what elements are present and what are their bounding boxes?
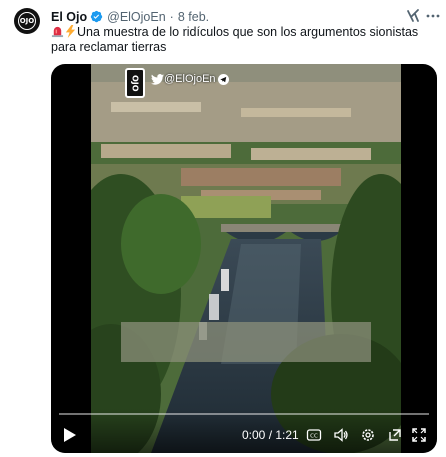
time-display: 0:00 / 1:21: [242, 428, 299, 442]
separator-dot: ·: [169, 9, 174, 24]
fullscreen-icon[interactable]: [411, 427, 427, 443]
settings-icon[interactable]: [360, 427, 376, 443]
avatar-logo: OJO: [18, 12, 36, 30]
progress-bar[interactable]: [59, 413, 429, 415]
tweet-card[interactable]: OJO El Ojo @ElOjoEn · 8 feb. Una muestra…: [0, 0, 446, 457]
overlay-handle-group: @ElOjoEn: [151, 73, 229, 85]
tweet-header: El Ojo @ElOjoEn · 8 feb.: [51, 9, 209, 24]
captions-icon[interactable]: CC: [306, 427, 322, 443]
grok-icon[interactable]: [405, 8, 421, 24]
tweet-text: Una muestra de lo ridículos que son los …: [51, 25, 423, 55]
video-player[interactable]: OJO @ElOjoEn 0:00 / 1:21 CC: [51, 64, 437, 453]
popout-icon[interactable]: [387, 427, 403, 443]
overlay-logo-text: OJO: [130, 74, 140, 92]
verified-badge-icon: [90, 10, 103, 23]
overlay-logo: OJO: [125, 68, 145, 98]
overlay-handle-text: @ElOjoEn: [164, 73, 216, 85]
author-name[interactable]: El Ojo: [51, 10, 87, 24]
telegram-icon: [217, 73, 229, 85]
tweet-text-body: Una muestra de lo ridículos que son los …: [51, 25, 419, 54]
play-icon[interactable]: [63, 427, 77, 443]
twitter-bird-icon: [151, 73, 164, 85]
video-controls: 0:00 / 1:21 CC: [51, 409, 437, 453]
avatar[interactable]: OJO: [14, 8, 40, 34]
video-frame[interactable]: [91, 64, 401, 453]
rotating-light-emoji: [51, 26, 64, 38]
author-handle[interactable]: @ElOjoEn: [107, 10, 166, 24]
lightning-emoji: [65, 25, 76, 38]
tweet-date[interactable]: 8 feb.: [178, 10, 209, 24]
svg-text:CC: CC: [310, 434, 318, 440]
volume-icon[interactable]: [333, 427, 349, 443]
avatar-logo-text: OJO: [19, 17, 35, 25]
more-icon[interactable]: [425, 8, 441, 24]
